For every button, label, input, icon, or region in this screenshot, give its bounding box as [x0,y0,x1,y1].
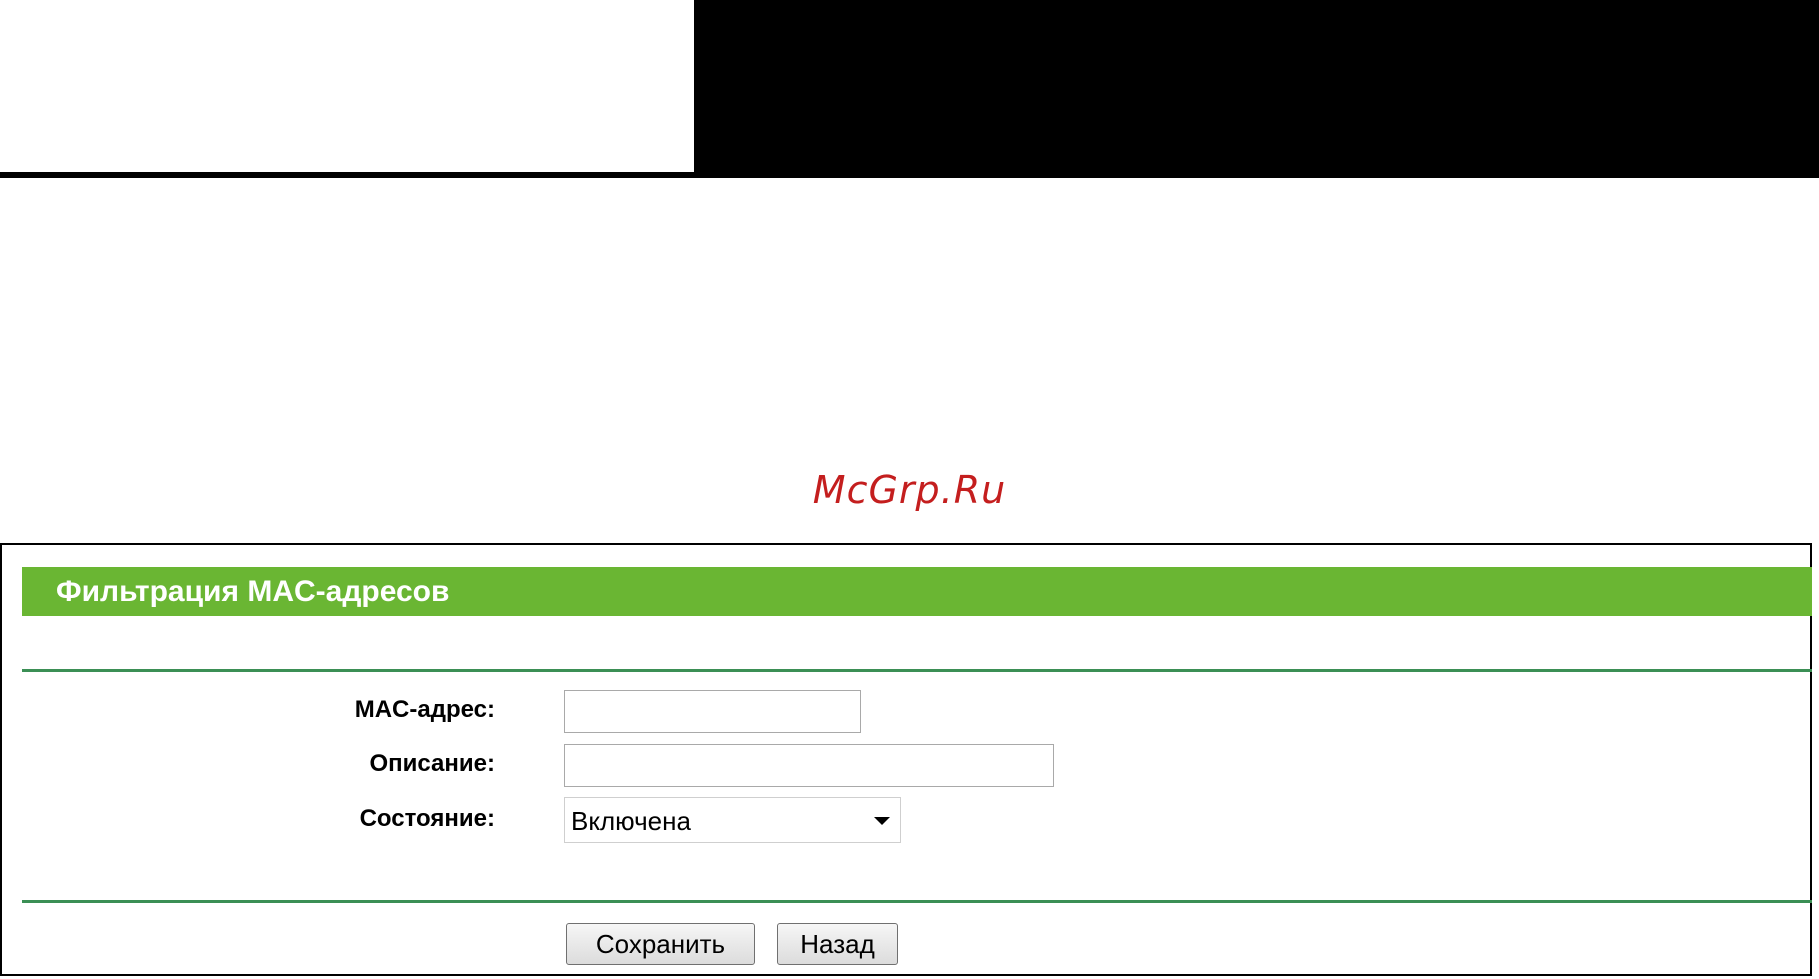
save-button[interactable]: Сохранить [566,923,755,965]
status-selected-value: Включена [571,806,691,836]
page-title: Фильтрация MAC-адресов [56,575,450,608]
description-label: Описание: [369,750,496,777]
back-button[interactable]: Назад [777,923,898,965]
mac-address-label: MAC-адрес: [354,696,495,723]
divider-top [22,669,1812,672]
header-black-banner [694,0,1819,178]
header-blank-area [0,0,694,172]
mac-filter-panel: Фильтрация MAC-адресов MAC-адрес: Описан… [0,543,1812,976]
divider-bottom [22,900,1812,903]
description-input[interactable] [564,744,1054,787]
panel-title-bar: Фильтрация MAC-адресов [22,567,1812,616]
mac-address-input[interactable] [564,690,861,733]
header-divider [0,172,1819,178]
status-label: Состояние: [359,805,495,832]
watermark-text: McGrp.Ru [812,468,1007,512]
status-select[interactable]: Включена [564,797,901,843]
chevron-down-icon[interactable] [874,817,890,825]
